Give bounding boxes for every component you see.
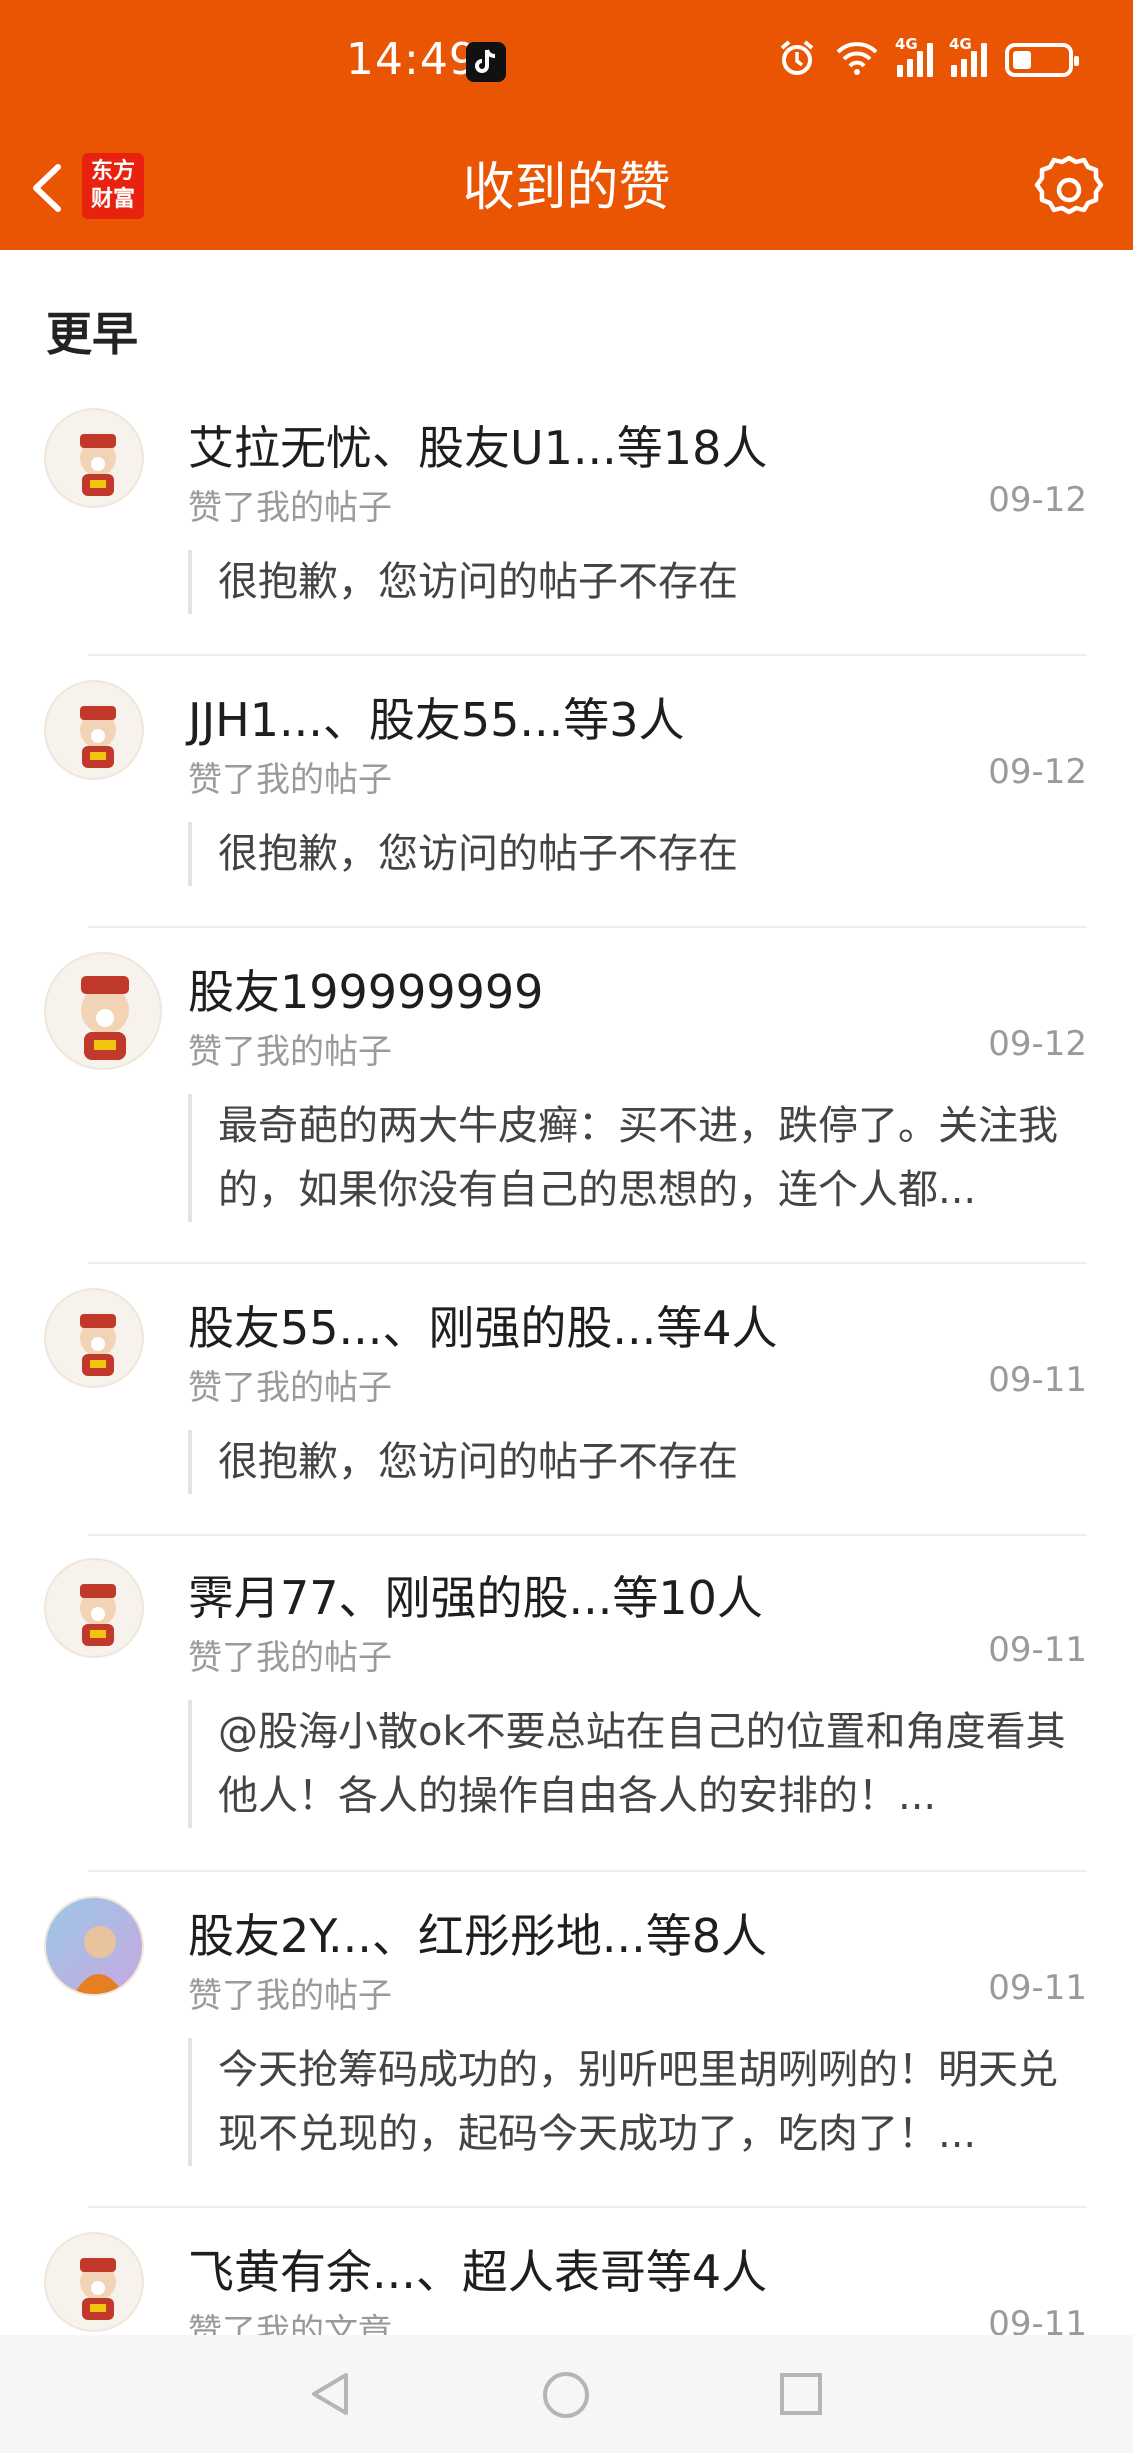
item-title: 霁月77、刚强的股...等10人 <box>188 1571 763 1625</box>
item-date: 09-12 <box>988 1024 1087 1064</box>
cell-signal-icon: 4G <box>895 35 933 77</box>
avatar[interactable] <box>44 1896 144 1996</box>
like-item[interactable]: 艾拉无忧、股友U1...等18人 赞了我的帖子 09-12 很抱歉，您访问的帖子… <box>0 408 1133 654</box>
item-subtitle: 赞了我的文章 <box>188 2312 392 2335</box>
item-subtitle: 赞了我的帖子 <box>188 1368 392 1408</box>
settings-gear-icon[interactable] <box>1033 152 1105 224</box>
like-item[interactable]: 股友55...、刚强的股...等4人 赞了我的帖子 09-11 很抱歉，您访问的… <box>0 1288 1133 1534</box>
status-time: 14:49 <box>346 34 478 85</box>
item-title: 飞黄有余...、超人表哥等4人 <box>188 2245 768 2299</box>
avatar[interactable] <box>44 952 162 1070</box>
like-item[interactable]: JJH1...、股友55...等3人 赞了我的帖子 09-12 很抱歉，您访问的… <box>0 680 1133 926</box>
item-quote[interactable]: 很抱歉，您访问的帖子不存在 <box>188 1430 1087 1494</box>
avatar[interactable] <box>44 1288 144 1388</box>
item-quote[interactable]: 很抱歉，您访问的帖子不存在 <box>188 550 1087 614</box>
item-title: 艾拉无忧、股友U1...等18人 <box>188 421 768 475</box>
nav-back-icon[interactable] <box>306 2369 352 2423</box>
item-title: 股友199999999 <box>188 965 544 1019</box>
like-item[interactable]: 股友199999999 赞了我的帖子 09-12 最奇葩的两大牛皮癣：买不进，跌… <box>0 952 1133 1262</box>
nav-bar: 东方 财富 收到的赞 <box>0 125 1133 250</box>
item-subtitle: 赞了我的帖子 <box>188 760 392 800</box>
divider <box>88 1262 1087 1264</box>
wifi-icon <box>835 40 879 80</box>
page-title: 收到的赞 <box>462 158 671 218</box>
nav-home-icon[interactable] <box>540 2369 592 2425</box>
item-title: JJH1...、股友55...等3人 <box>188 693 685 747</box>
system-nav-bar <box>0 2335 1133 2453</box>
item-date: 09-11 <box>988 1630 1087 1670</box>
item-subtitle: 赞了我的帖子 <box>188 1976 392 2016</box>
divider <box>88 926 1087 928</box>
avatar[interactable] <box>44 680 144 780</box>
item-subtitle: 赞了我的帖子 <box>188 1032 392 1072</box>
item-quote[interactable]: 很抱歉，您访问的帖子不存在 <box>188 822 1087 886</box>
tiktok-icon <box>466 42 506 82</box>
like-item[interactable]: 飞黄有余...、超人表哥等4人 赞了我的文章 09-11 <box>0 2232 1133 2335</box>
network-label-2: 4G <box>949 35 972 53</box>
avatar[interactable] <box>44 2232 144 2332</box>
item-quote[interactable]: @股海小散ok不要总站在自己的位置和角度看其他人！各人的操作自由各人的安排的！.… <box>188 1700 1087 1828</box>
item-subtitle: 赞了我的帖子 <box>188 1638 392 1678</box>
item-date: 09-12 <box>988 480 1087 520</box>
avatar[interactable] <box>44 1558 144 1658</box>
battery-icon <box>1005 43 1079 77</box>
section-title: 更早 <box>46 307 138 361</box>
nav-recents-icon[interactable] <box>778 2369 824 2423</box>
item-title: 股友55...、刚强的股...等4人 <box>188 1301 778 1355</box>
like-item[interactable]: 股友2Y...、红彤彤地...等8人 赞了我的帖子 09-11 今天抢筹码成功的… <box>0 1896 1133 2206</box>
item-title: 股友2Y...、红彤彤地...等8人 <box>188 1909 768 1963</box>
divider <box>88 1534 1087 1536</box>
avatar[interactable] <box>44 408 144 508</box>
divider <box>88 2206 1087 2208</box>
like-item[interactable]: 霁月77、刚强的股...等10人 赞了我的帖子 09-11 @股海小散ok不要总… <box>0 1558 1133 1868</box>
item-subtitle: 赞了我的帖子 <box>188 488 392 528</box>
item-quote[interactable]: 今天抢筹码成功的，别听吧里胡咧咧的！明天兑现不兑现的，起码今天成功了，吃肉了！.… <box>188 2038 1087 2166</box>
status-bar: 14:49 4G 4G <box>0 0 1133 125</box>
divider <box>88 1870 1087 1872</box>
alarm-icon <box>777 38 817 82</box>
item-date: 09-11 <box>988 1360 1087 1400</box>
cell-signal-icon-2: 4G <box>949 35 987 77</box>
network-label: 4G <box>895 35 918 53</box>
divider <box>88 654 1087 656</box>
item-quote[interactable]: 最奇葩的两大牛皮癣：买不进，跌停了。关注我的，如果你没有自己的思想的，连个人都.… <box>188 1094 1087 1222</box>
item-date: 09-11 <box>988 1968 1087 2008</box>
item-date: 09-12 <box>988 752 1087 792</box>
item-date: 09-11 <box>988 2304 1087 2335</box>
